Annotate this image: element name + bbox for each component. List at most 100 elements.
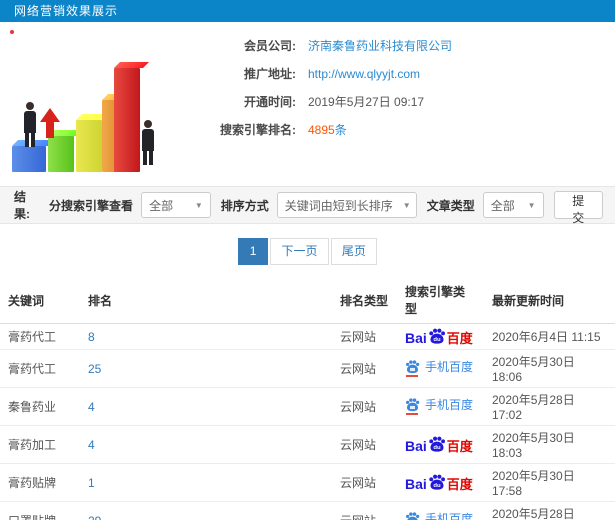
confetti-dots-decoration: [10, 30, 14, 34]
summary-section: 会员公司: 济南秦鲁药业科技有限公司 推广地址: http://www.qlyy…: [0, 22, 615, 186]
info-row-url: 推广地址: http://www.qlyyjt.com: [178, 64, 615, 83]
page-title: 网络营销效果展示: [14, 4, 119, 18]
svg-text:du: du: [433, 444, 441, 450]
rank-type-cell: 云网站: [332, 349, 397, 388]
result-label: 结果:: [14, 190, 30, 221]
engine-type-cell: 手机百度: [397, 349, 484, 388]
submit-button[interactable]: 提交: [553, 191, 603, 225]
engine-type-cell: 手机百度: [397, 387, 484, 426]
company-name-link[interactable]: 济南秦鲁药业科技有限公司: [308, 37, 452, 54]
table-header-row: 关键词 排名 排名类型 搜索引擎类型 最新更新时间: [0, 277, 615, 324]
table-row: 膏药加工 4 云网站 Bai du 百度 2020年5月30日 18:03: [0, 425, 615, 464]
table-row: 秦鲁药业 4 云网站 手机百度 2020年5月28日 17:02: [0, 387, 615, 426]
baidu-paw-icon: du: [428, 474, 446, 491]
chevron-down-icon: ▼: [194, 200, 203, 210]
header-engine-type: 搜索引擎类型: [397, 277, 484, 324]
promo-url-label: 推广地址:: [244, 67, 296, 81]
rank-type-cell: 云网站: [332, 501, 397, 520]
updated-time-cell: 2020年5月30日 18:06: [484, 349, 615, 388]
rank-type-cell: 云网站: [332, 387, 397, 426]
baidu-paw-icon: du: [428, 328, 446, 345]
sort-label: 排序方式: [220, 198, 269, 213]
table-row: 膏药代工 8 云网站 Bai du 百度 2020年6月4日 11:15: [0, 323, 615, 350]
baidu-paw-icon: du: [428, 436, 446, 453]
sort-value: 关键词由短到长排序: [284, 198, 393, 213]
company-label: 会员公司:: [244, 39, 296, 53]
baidu-mobile-paw-icon: [405, 511, 420, 520]
filter-bar: 结果: 分搜索引擎查看 全部 ▼ 排序方式 关键词由短到长排序 ▼ 文章类型 全…: [0, 186, 615, 225]
red-underline-decoration: [406, 413, 418, 415]
promo-url-link[interactable]: http://www.qlyyjt.com: [308, 67, 420, 81]
baidu-mobile-logo: 手机百度: [405, 397, 474, 415]
svg-text:du: du: [433, 336, 441, 342]
bar-red: [114, 68, 140, 172]
next-page-button[interactable]: 下一页: [270, 238, 329, 265]
engine-type-cell: Bai du 百度: [397, 425, 484, 464]
engine-rank-label: 搜索引擎排名:: [220, 123, 296, 137]
info-row-open-time: 开通时间: 2019年5月27日 09:17: [178, 92, 615, 111]
article-type-select[interactable]: 全部 ▼: [482, 192, 544, 218]
engine-type-cell: Bai du 百度: [397, 323, 484, 350]
engine-label: 手机百度: [425, 512, 474, 520]
keyword-cell: 膏药代工: [0, 349, 80, 388]
updated-time-cell: 2020年5月30日 17:58: [484, 463, 615, 502]
baidu-latin-text: Bai: [405, 437, 427, 454]
rank-type-cell: 云网站: [332, 463, 397, 502]
baidu-cn-text: 百度: [446, 438, 473, 454]
baidu-mobile-paw-icon: [405, 359, 420, 377]
keyword-cell: 膏药贴牌: [0, 463, 80, 502]
info-row-rank-count: 搜索引擎排名: 4895条: [178, 120, 615, 139]
red-underline-decoration: [406, 375, 418, 377]
baidu-pc-logo: Bai du 百度: [405, 474, 473, 491]
updated-time-cell: 2020年6月4日 11:15: [484, 323, 615, 350]
baidu-mobile-paw-icon: [405, 397, 420, 415]
baidu-cn-text: 百度: [446, 330, 473, 346]
baidu-pc-logo: Bai du 百度: [405, 436, 473, 453]
header-rank-type: 排名类型: [332, 277, 397, 324]
rank-link[interactable]: 25: [80, 349, 332, 388]
table-row: 膏药代工 25 云网站 手机百度 2020年5月30日 18:06: [0, 349, 615, 388]
rank-link[interactable]: 4: [80, 387, 332, 426]
bar-chart-illustration: [2, 28, 172, 180]
updated-time-cell: 2020年5月28日 16:55: [484, 501, 615, 520]
rank-link[interactable]: 29: [80, 501, 332, 520]
keyword-rank-table: 关键词 排名 排名类型 搜索引擎类型 最新更新时间 膏药代工 8 云网站 Bai…: [0, 277, 615, 520]
page-button-1[interactable]: 1: [238, 238, 269, 265]
baidu-pc-logo: Bai du 百度: [405, 328, 473, 345]
engine-filter-label: 分搜索引擎查看: [49, 198, 134, 213]
rank-link[interactable]: 1: [80, 463, 332, 502]
chevron-down-icon: ▼: [527, 200, 536, 210]
baidu-latin-text: Bai: [405, 475, 427, 492]
sort-select[interactable]: 关键词由短到长排序 ▼: [276, 192, 417, 218]
baidu-latin-text: Bai: [405, 329, 427, 346]
page-title-bar: 网络营销效果展示: [0, 0, 615, 22]
article-type-value: 全部: [490, 198, 515, 213]
engine-label: 手机百度: [425, 398, 474, 412]
table-row: 口罩贴牌 29 云网站 手机百度 2020年5月28日 16:55: [0, 501, 615, 520]
rank-link[interactable]: 8: [80, 323, 332, 350]
baidu-mobile-logo: 手机百度: [405, 359, 474, 377]
keyword-cell: 口罩贴牌: [0, 501, 80, 520]
baidu-mobile-logo: 手机百度: [405, 511, 473, 520]
bar-blue: [12, 146, 46, 172]
engine-type-cell: Bai du 百度: [397, 463, 484, 502]
header-keyword: 关键词: [0, 277, 80, 324]
bar-green: [48, 136, 74, 172]
chevron-down-icon: ▼: [402, 200, 411, 210]
growth-arrow-icon: [40, 108, 60, 138]
engine-filter-select[interactable]: 全部 ▼: [141, 192, 211, 218]
last-page-button[interactable]: 尾页: [330, 238, 377, 265]
updated-time-cell: 2020年5月28日 17:02: [484, 387, 615, 426]
pagination: 1 下一页 尾页: [0, 224, 615, 277]
rank-count-number: 4895: [308, 123, 335, 137]
info-row-company: 会员公司: 济南秦鲁药业科技有限公司: [178, 36, 615, 55]
svg-text:du: du: [433, 482, 441, 488]
engine-label: 手机百度: [425, 360, 474, 374]
updated-time-cell: 2020年5月30日 18:03: [484, 425, 615, 464]
rank-count-unit: 条: [334, 123, 347, 137]
engine-type-cell: 手机百度: [397, 501, 484, 520]
baidu-cn-text: 百度: [446, 476, 473, 492]
rank-link[interactable]: 4: [80, 425, 332, 464]
open-time-label: 开通时间:: [244, 95, 296, 109]
open-time-value: 2019年5月27日 09:17: [308, 95, 425, 109]
